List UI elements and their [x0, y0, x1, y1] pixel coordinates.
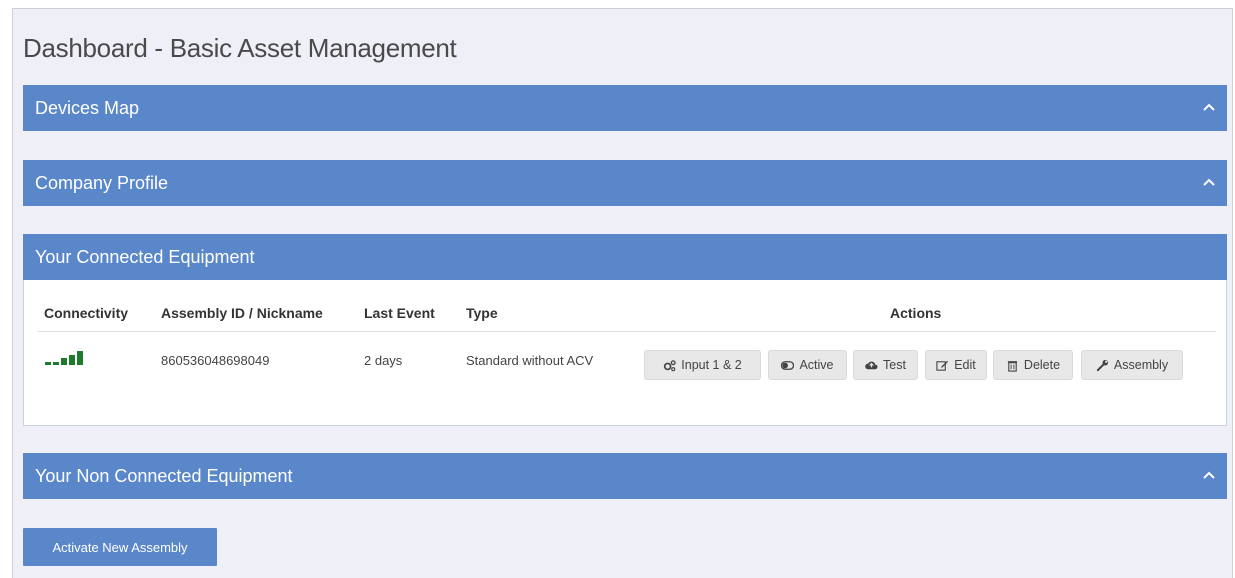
connected-equipment-panel-header[interactable]: Your Connected Equipment — [23, 234, 1227, 280]
company-profile-panel-header[interactable]: Company Profile — [23, 160, 1227, 206]
activate-new-assembly-button[interactable]: Activate New Assembly — [23, 528, 217, 566]
column-header-last-event: Last Event — [364, 305, 435, 321]
chevron-up-icon[interactable] — [1201, 99, 1217, 115]
connected-equipment-label: Your Connected Equipment — [35, 246, 255, 267]
test-button[interactable]: Test — [853, 350, 918, 380]
non-connected-equipment-panel-header[interactable]: Your Non Connected Equipment — [23, 453, 1227, 499]
chevron-up-icon[interactable] — [1201, 467, 1217, 483]
delete-button-label: Delete — [1023, 358, 1061, 372]
input-button[interactable]: Input 1 & 2 — [644, 350, 761, 380]
company-profile-label: Company Profile — [35, 172, 169, 193]
header-divider — [38, 331, 1216, 332]
edit-button-label: Edit — [954, 358, 976, 372]
trash-icon — [1007, 360, 1018, 372]
non-connected-equipment-label: Your Non Connected Equipment — [35, 465, 293, 486]
column-header-assembly: Assembly ID / Nickname — [161, 305, 323, 321]
last-event-cell: 2 days — [364, 353, 403, 368]
dashboard-frame: Dashboard - Basic Asset Management Devic… — [12, 8, 1233, 578]
wrench-icon — [1096, 359, 1108, 371]
page-title: Dashboard - Basic Asset Management — [23, 33, 457, 63]
devices-map-panel-header[interactable]: Devices Map — [23, 85, 1227, 131]
devices-map-label: Devices Map — [35, 97, 140, 118]
test-button-label: Test — [883, 358, 906, 372]
column-header-actions: Actions — [890, 305, 942, 321]
column-header-connectivity: Connectivity — [44, 305, 129, 321]
signal-strength-icon — [45, 351, 83, 365]
edit-icon — [936, 360, 949, 371]
column-header-type: Type — [466, 305, 498, 321]
delete-button[interactable]: Delete — [993, 350, 1073, 380]
toggle-icon — [781, 360, 795, 370]
connected-equipment-table: Connectivity Assembly ID / Nickname Last… — [23, 280, 1227, 426]
type-cell: Standard without ACV — [466, 353, 594, 368]
assembly-button-label: Assembly — [1113, 358, 1169, 372]
chevron-up-icon[interactable] — [1201, 174, 1217, 190]
edit-button[interactable]: Edit — [925, 350, 987, 380]
active-button[interactable]: Active — [768, 350, 847, 380]
cloud-upload-icon — [865, 361, 878, 369]
input-button-label: Input 1 & 2 — [681, 358, 742, 372]
cogs-icon — [664, 359, 676, 371]
assembly-button[interactable]: Assembly — [1081, 350, 1183, 380]
assembly-id-cell[interactable]: 860536048698049 — [161, 353, 269, 368]
active-button-label: Active — [799, 358, 834, 372]
